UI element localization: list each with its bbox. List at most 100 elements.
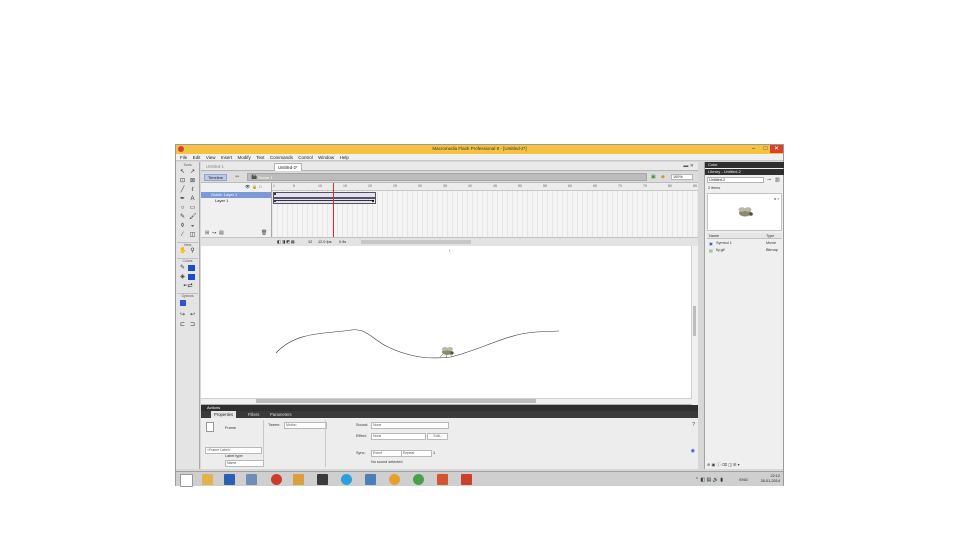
- tab-parameters[interactable]: Parameters: [267, 411, 295, 418]
- firefox-icon[interactable]: [389, 474, 400, 485]
- sound-select[interactable]: None: [371, 422, 449, 429]
- back-arrow-icon[interactable]: ⇦: [235, 174, 239, 180]
- tab-filters[interactable]: Filters: [245, 411, 262, 418]
- motion-tween-span[interactable]: [273, 198, 376, 204]
- word-icon[interactable]: [224, 474, 235, 485]
- repeat-select[interactable]: Repeat: [401, 450, 432, 457]
- start-button[interactable]: [180, 474, 193, 487]
- pencil-tool-icon[interactable]: ✎: [179, 214, 186, 220]
- zoom-select[interactable]: 100%: [671, 174, 693, 180]
- chrome-icon[interactable]: [413, 474, 424, 485]
- library-document-select[interactable]: Untitled-2: [707, 177, 764, 183]
- play-preview-icon[interactable]: ▸ ▪: [774, 196, 779, 201]
- menu-window[interactable]: Window: [318, 154, 334, 161]
- keyframe-dot[interactable]: [372, 200, 374, 202]
- layer-visibility-icon[interactable]: 👁: [245, 184, 250, 189]
- stage[interactable]: !: [201, 246, 698, 405]
- line-tool-icon[interactable]: ╱: [179, 187, 186, 193]
- system-tray-icons[interactable]: ⌃ ◧ ▤ 🔊 ▮: [695, 477, 723, 483]
- oval-tool-icon[interactable]: ○: [179, 205, 186, 211]
- fill-color-swatch[interactable]: [188, 274, 195, 280]
- menu-file[interactable]: File: [180, 154, 187, 161]
- smooth-option-icon[interactable]: ↪: [179, 312, 186, 318]
- layer-outline-icon[interactable]: □: [259, 184, 261, 189]
- library-item[interactable]: ▣ Symbol 1 Movie: [707, 240, 782, 246]
- layer-lock-icon[interactable]: 🔒: [252, 184, 257, 189]
- delete-layer-icon[interactable]: 🗑: [261, 230, 267, 236]
- stroke-color-swatch[interactable]: [188, 265, 195, 271]
- straighten-option-icon[interactable]: ↩: [189, 312, 196, 318]
- hand-tool-icon[interactable]: ✋: [179, 248, 186, 254]
- add-layer-icon[interactable]: ⊞: [205, 230, 209, 236]
- menu-control[interactable]: Control: [298, 154, 313, 161]
- flash-taskbar-icon[interactable]: [271, 474, 282, 485]
- repeat-count[interactable]: 1: [433, 451, 435, 455]
- add-folder-icon[interactable]: ▤: [219, 230, 224, 236]
- notepad-icon[interactable]: [246, 474, 257, 485]
- menu-help[interactable]: Help: [340, 154, 349, 161]
- menu-view[interactable]: View: [206, 154, 216, 161]
- rectangle-tool-icon[interactable]: ▭: [189, 205, 196, 211]
- fill-transform-tool-icon[interactable]: ⊠: [189, 178, 196, 184]
- file-explorer-icon[interactable]: [202, 474, 213, 485]
- snap-to-objects-icon[interactable]: [180, 300, 186, 306]
- close-button[interactable]: ✕: [770, 145, 783, 153]
- pin-library-icon[interactable]: ⊸: [767, 177, 771, 183]
- pdf-app-icon[interactable]: [461, 474, 472, 485]
- menu-modify[interactable]: Modify: [238, 154, 251, 161]
- rotate-option-icon[interactable]: ⊏: [179, 322, 186, 328]
- new-library-icon[interactable]: ▥: [775, 177, 780, 183]
- panel-close-icon[interactable]: ▬ ✕: [683, 163, 694, 169]
- eyedropper-tool-icon[interactable]: ⁄: [179, 232, 186, 238]
- language-indicator[interactable]: ENG: [739, 477, 748, 482]
- lasso-tool-icon[interactable]: ℓ: [189, 187, 196, 193]
- frames-grid[interactable]: 1510152025303540455055606570758085909510…: [272, 183, 774, 245]
- tab-properties[interactable]: Properties: [211, 411, 237, 418]
- menu-text[interactable]: Text: [256, 154, 264, 161]
- timeline-toggle-button[interactable]: Timeline: [204, 174, 227, 181]
- color-panel-header[interactable]: Color: [705, 162, 784, 168]
- scale-option-icon[interactable]: ⊐: [189, 322, 196, 328]
- network-app-icon[interactable]: [365, 474, 376, 485]
- stage-vertical-scrollbar[interactable]: [691, 246, 698, 405]
- eraser-tool-icon[interactable]: ◫: [189, 232, 196, 238]
- edit-symbols-icon[interactable]: ◆: [661, 174, 665, 180]
- timeline-scrollbar[interactable]: [361, 240, 471, 244]
- clock[interactable]: 22:12 28-01-2014: [761, 474, 780, 483]
- tab-untitled-1[interactable]: Untitled-1: [203, 163, 227, 170]
- text-tool-icon[interactable]: A: [189, 196, 196, 202]
- expand-panel-icon[interactable]: ◉: [691, 448, 695, 454]
- paint-bucket-tool-icon[interactable]: ◒: [189, 223, 196, 229]
- brush-tool-icon[interactable]: 🖌: [189, 214, 197, 220]
- media-icon[interactable]: [317, 474, 328, 485]
- onion-skin-icons[interactable]: ◧ ◨ ◩ ▦: [277, 238, 295, 246]
- subselection-tool-icon[interactable]: ↗: [189, 169, 196, 175]
- library-item[interactable]: ▤ fly.gif Bitmap: [707, 247, 782, 253]
- add-motion-guide-icon[interactable]: ↝: [212, 230, 216, 236]
- paint-icon[interactable]: [293, 474, 304, 485]
- powerpoint-icon[interactable]: [437, 474, 448, 485]
- column-name[interactable]: Name: [709, 234, 719, 238]
- ink-bottle-tool-icon[interactable]: ⚱: [179, 223, 186, 229]
- skype-icon[interactable]: [341, 474, 352, 485]
- playhead[interactable]: [333, 183, 334, 245]
- free-transform-tool-icon[interactable]: ⊡: [179, 178, 186, 184]
- tab-untitled-2[interactable]: Untitled-2*: [274, 163, 302, 171]
- menu-insert[interactable]: Insert: [221, 154, 232, 161]
- horizontal-scroll-thumb[interactable]: [256, 399, 536, 403]
- pen-tool-icon[interactable]: ✒: [179, 196, 186, 202]
- frame-label-input[interactable]: <Frame Label>: [205, 447, 262, 454]
- keyframe-dot[interactable]: [274, 200, 276, 202]
- tween-select[interactable]: Motion: [284, 422, 327, 429]
- keyframe-dot[interactable]: [274, 193, 276, 195]
- effect-select[interactable]: None: [371, 433, 426, 440]
- vertical-scroll-thumb[interactable]: [693, 306, 696, 336]
- zoom-tool-icon[interactable]: ⚲: [189, 248, 196, 254]
- edit-effect-button[interactable]: Edit...: [427, 433, 448, 440]
- scene-label[interactable]: Scene 1: [258, 175, 273, 180]
- minimize-button[interactable]: –: [748, 145, 759, 153]
- library-panel-header[interactable]: Library - Untitled-2: [705, 169, 784, 175]
- column-type[interactable]: Type: [766, 234, 774, 238]
- library-footer-icons[interactable]: ⊕ ▣ ⓘ ⌫ ◫ ⊞ ▾: [707, 462, 740, 468]
- frame-ruler[interactable]: 1510152025303540455055606570758085909510…: [272, 183, 774, 191]
